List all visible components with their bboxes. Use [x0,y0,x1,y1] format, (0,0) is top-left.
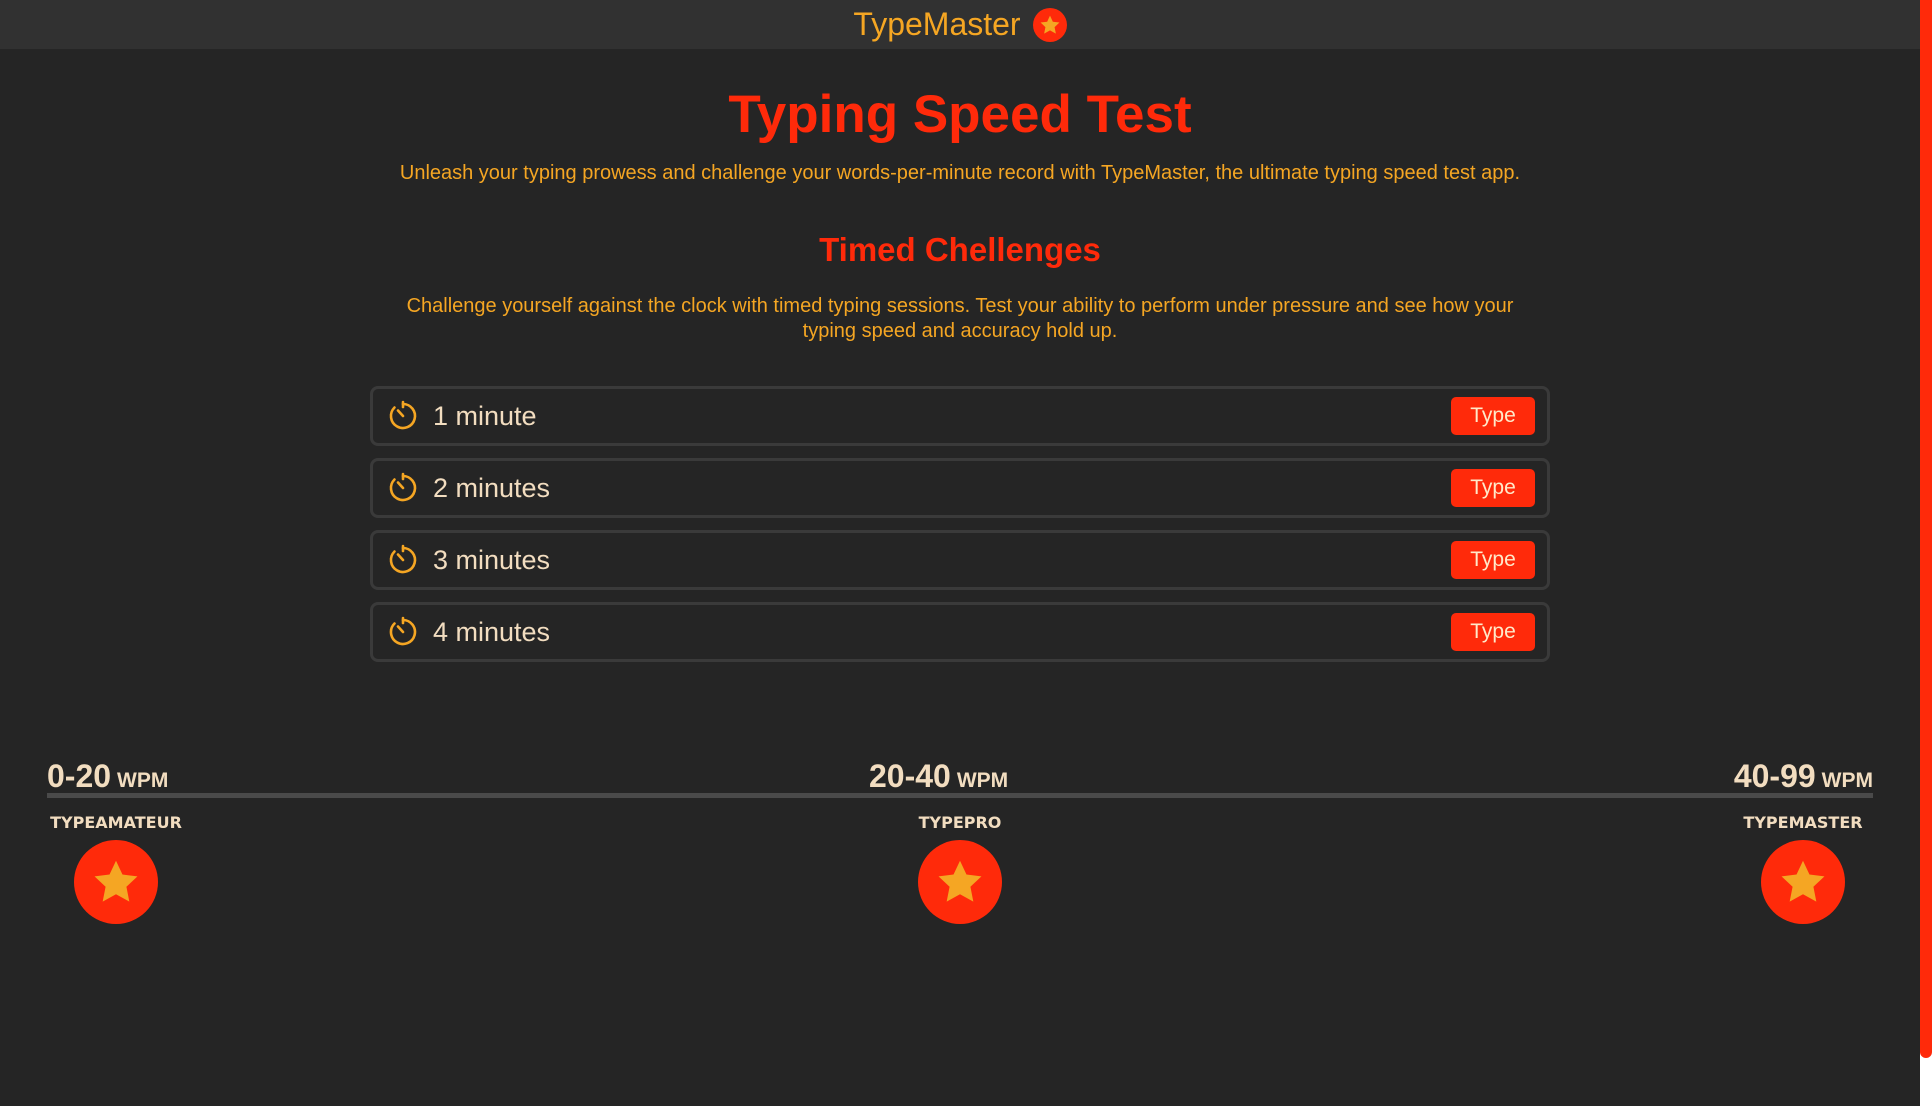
level-range-value: 40-99 [1733,758,1816,794]
star-icon [74,840,158,924]
level-range-unit: WPM [1821,769,1873,792]
level-master: TYPEMASTER [1738,813,1868,924]
level-pro: TYPEPRO [895,813,1025,924]
level-range-value: 20-40 [869,758,951,794]
type-button-3-minutes[interactable]: Type [1451,541,1535,579]
level-range-master: 40-99 WPM [1734,758,1873,795]
timer-label: 1 minute [433,400,537,431]
level-name: TYPEPRO [918,813,1002,832]
type-button-4-minutes[interactable]: Type [1451,613,1535,651]
star-icon [1032,7,1067,42]
timer-icon [387,616,419,648]
star-icon [918,840,1002,924]
level-range-unit: WPM [956,769,1009,792]
brand-name: TypeMaster [853,6,1021,42]
scrollbar-thumb[interactable] [1920,0,1932,1058]
timer-label: 2 minutes [433,472,551,503]
timer-icon [387,544,419,576]
top-bar: TypeMaster [0,0,1920,49]
timer-icon [387,400,419,432]
type-button-2-minutes[interactable]: Type [1451,469,1535,507]
section-title: Timed Chellenges [819,231,1101,268]
level-name: TYPEAMATEUR [50,813,182,832]
level-progress-line [47,793,1873,798]
level-name: TYPEMASTER [1743,813,1863,832]
main-content: Typing Speed Test Unleash your typing pr… [0,49,1920,662]
page-title: Typing Speed Test [728,85,1192,144]
level-range-value: 0-20 [47,758,112,794]
level-range-amateur: 0-20 WPM [47,758,168,795]
timer-row-3-minutes: 3 minutes Type [370,530,1550,590]
level-range-pro: 20-40 WPM [869,758,1008,795]
star-icon [1761,840,1845,924]
section-description: Challenge yourself against the clock wit… [406,295,1514,342]
timer-row-1-minute: 1 minute Type [370,386,1550,446]
timer-label: 3 minutes [433,544,551,575]
page: TypeMaster Typing Speed Test Unleash you… [0,0,1932,1108]
wpm-levels: 0-20 WPM 20-40 WPM 40-99 WPM TYPEAMATEUR TY… [47,758,1873,928]
timer-label: 4 minutes [433,616,551,647]
timer-row-4-minutes: 4 minutes Type [370,602,1550,662]
timer-icon [387,472,419,504]
brand[interactable]: TypeMaster [853,6,1067,43]
level-amateur: TYPEAMATEUR [50,813,182,924]
type-button-1-minute[interactable]: Type [1451,397,1535,435]
level-range-unit: WPM [117,769,169,792]
hero-description: Unleash your typing prowess and challeng… [399,162,1521,184]
timer-row-2-minutes: 2 minutes Type [370,458,1550,518]
timer-list: 1 minute Type 2 minutes Type 3 minutes T… [370,386,1550,662]
